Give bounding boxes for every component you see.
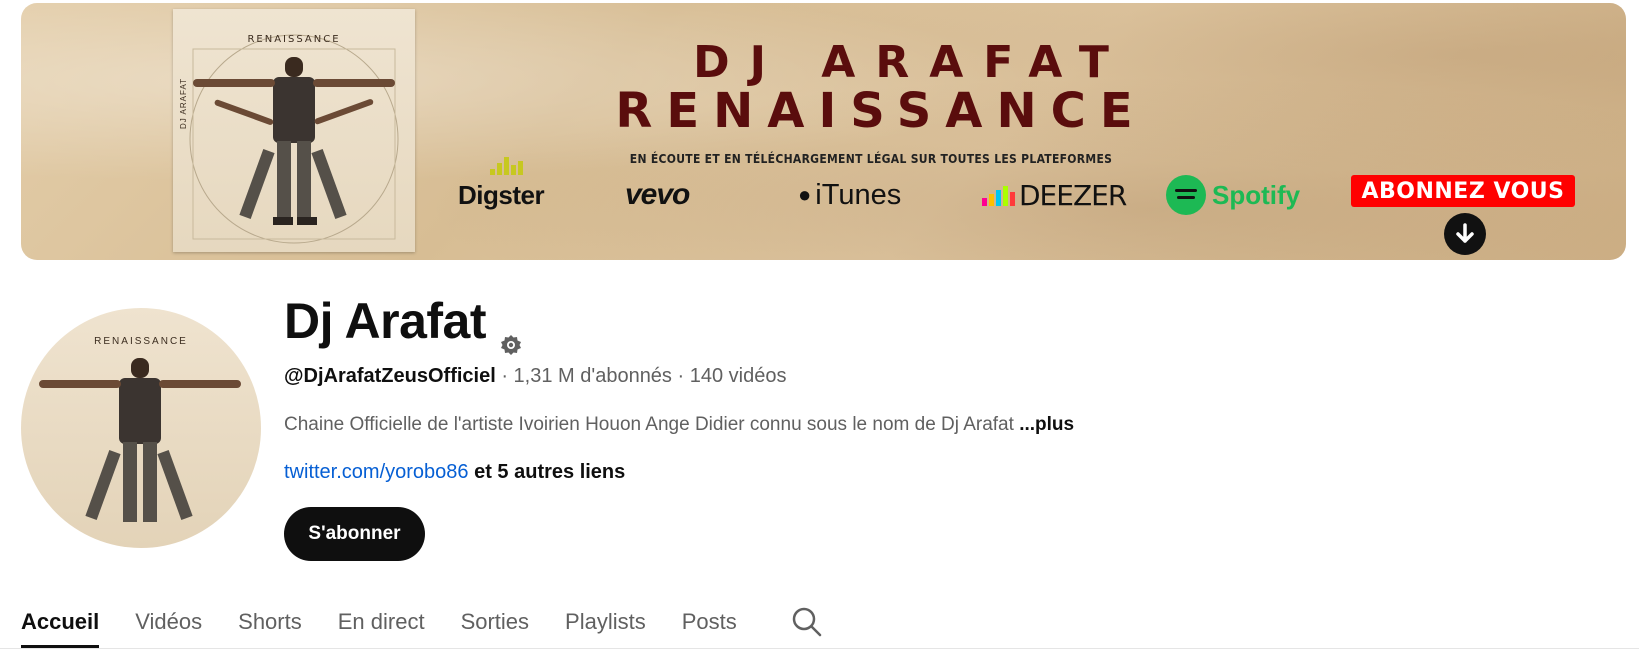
subscribe-button[interactable]: S'abonner [284,507,425,561]
channel-tabs: Accueil Vidéos Shorts En direct Sorties … [21,596,825,648]
channel-banner: RENAISSANCE DJ ARAFAT DJ ARAFAT RENAISSA… [21,3,1626,260]
tab-shorts[interactable]: Shorts [238,596,302,648]
digster-eq-icon [490,157,523,175]
channel-handle: @DjArafatZeusOfficiel [284,365,496,387]
arrow-down-circle-icon [1444,213,1486,255]
tab-videos[interactable]: Vidéos [135,596,202,648]
abonnez-vous-badge: ABONNEZ VOUS [1351,175,1575,207]
subscriber-count: · 1,31 M d'abonnés [495,365,672,387]
banner-tagline: EN ÉCOUTE ET EN TÉLÉCHARGEMENT LÉGAL SUR… [629,152,1113,166]
deezer-logo: DEEZER [982,175,1127,215]
vevo-logo: vevo [625,175,690,215]
tab-posts[interactable]: Posts [682,596,737,648]
digster-label: Digster [458,179,545,210]
apple-icon: ● [798,182,812,207]
channel-name-text: Dj Arafat [284,293,487,349]
channel-avatar[interactable]: RENAISSANCE [21,308,261,548]
itunes-label: iTunes [815,178,902,211]
digster-logo: Digster [458,157,545,215]
channel-description[interactable]: Chaine Officielle de l'artiste Ivoirien … [284,414,1074,436]
channel-meta: @DjArafatZeusOfficiel · 1,31 M d'abonnés… [284,365,786,388]
deezer-bars-icon [982,184,1015,206]
spotify-logo: Spotify [1166,175,1300,215]
deezer-label: DEEZER [1019,178,1127,212]
twitter-link[interactable]: twitter.com/yorobo86 [284,461,469,483]
banner-title-line2: RENAISSANCE [615,83,1147,139]
vevo-label: vevo [625,178,690,211]
album-cover-side-text: DJ ARAFAT [179,77,188,129]
banner-title: DJ ARAFAT RENAISSANCE [471,37,1291,139]
tab-playlists[interactable]: Playlists [565,596,646,648]
tab-accueil[interactable]: Accueil [21,596,100,648]
album-figure-art [189,34,399,244]
other-links-button[interactable]: et 5 autres liens [469,461,625,483]
channel-links: twitter.com/yorobo86 et 5 autres liens [284,461,625,484]
description-text: Chaine Officielle de l'artiste Ivoirien … [284,414,1020,435]
album-cover-title: RENAISSANCE [247,34,341,45]
itunes-logo: ● iTunes [798,175,901,215]
search-icon[interactable] [789,604,825,640]
banner-title-line1: DJ ARAFAT [693,37,1129,88]
channel-name: Dj Arafat [284,292,522,355]
tabs-divider [0,648,1639,649]
avatar-title: RENAISSANCE [94,336,188,347]
tab-en-direct[interactable]: En direct [338,596,425,648]
description-more-link[interactable]: ...plus [1019,414,1074,435]
spotify-icon [1166,175,1206,215]
video-count: · 140 vidéos [671,365,787,387]
spotify-label: Spotify [1212,179,1301,210]
verified-icon[interactable] [500,310,522,355]
album-cover: RENAISSANCE DJ ARAFAT [173,9,415,252]
tab-sorties[interactable]: Sorties [461,596,529,648]
